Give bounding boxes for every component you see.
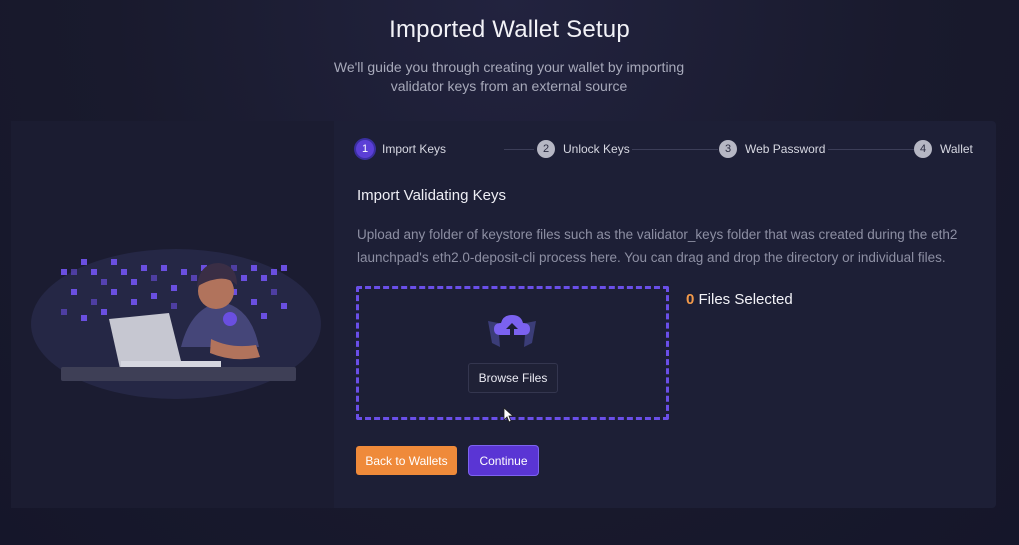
mouse-cursor-icon [503,407,515,423]
files-selected-label: Files Selected [698,291,793,308]
step-connector [828,149,914,150]
step-unlock-keys[interactable]: 2 Unlock Keys [537,139,630,159]
back-to-wallets-button[interactable]: Back to Wallets [356,446,457,475]
continue-button[interactable]: Continue [469,446,538,475]
setup-stepper: 1 Import Keys 2 Unlock Keys 3 Web Passwo… [356,139,976,161]
files-count: 0 [686,291,695,308]
files-selected-indicator: 0 Files Selected [686,291,793,308]
step-number: 4 [914,140,932,158]
step-label: Import Keys [382,142,447,156]
step-label: Web Password [745,142,826,156]
step-connector [504,149,534,150]
page-title: Imported Wallet Setup [389,16,630,43]
step-web-password[interactable]: 3 Web Password [719,139,825,159]
illustration-panel [11,121,334,508]
step-wallet[interactable]: 4 Wallet [914,139,973,159]
browse-files-button[interactable]: Browse Files [468,363,558,393]
step-connector [632,149,718,150]
step-label: Unlock Keys [563,142,630,156]
step-number: 3 [719,140,737,158]
step-label: Wallet [940,142,973,156]
section-description: Upload any folder of keystore files such… [357,227,958,265]
step-import-keys[interactable]: 1 Import Keys [356,139,446,159]
page-subtitle: We'll guide you through creating your wa… [333,59,685,94]
step-number: 2 [537,140,555,158]
section-heading: Import Validating Keys [357,187,506,204]
file-dropzone[interactable]: Browse Files [356,286,669,423]
cloud-upload-icon [488,315,536,347]
step-number: 1 [356,140,374,158]
setup-card: 1 Import Keys 2 Unlock Keys 3 Web Passwo… [11,121,996,508]
developer-illustration [31,249,321,399]
